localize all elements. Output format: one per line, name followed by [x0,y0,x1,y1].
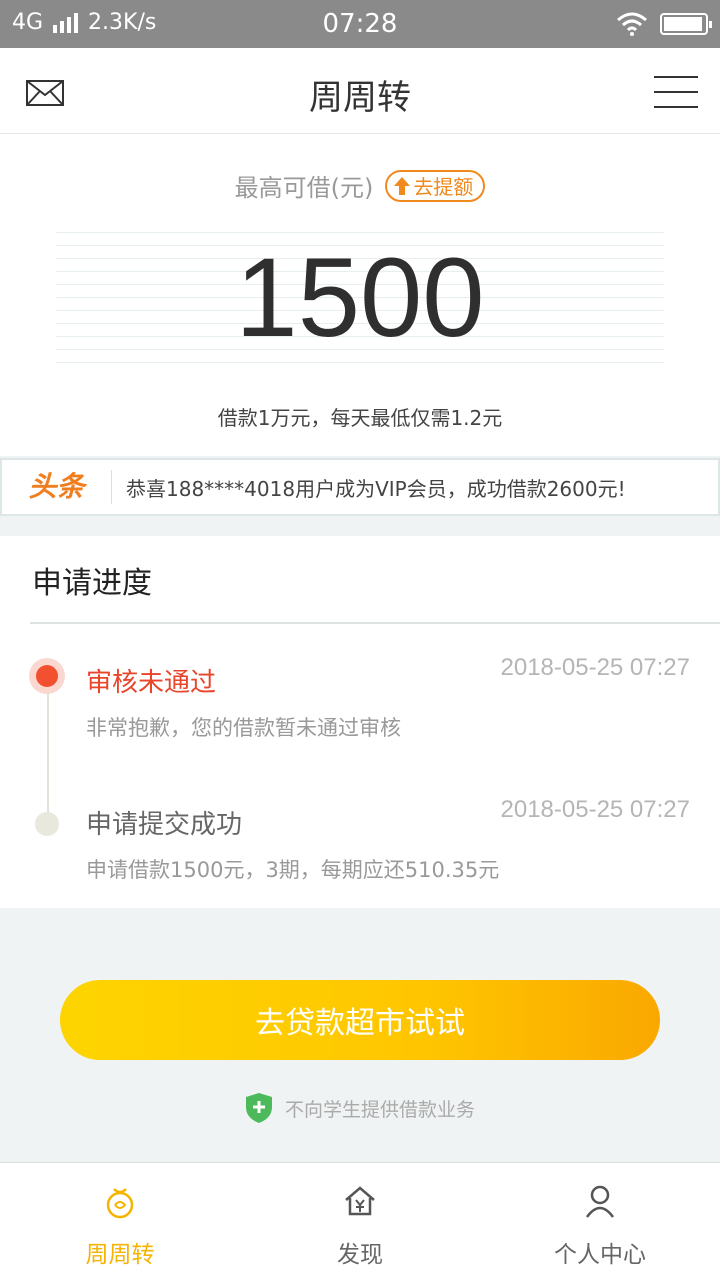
tab-profile[interactable]: 个人中心 [480,1163,720,1280]
step-time-submitted: 2018-05-25 07:27 [500,796,691,823]
ticker-text: 恭喜188****4018用户成为VIP会员，成功借款2600元! [126,476,626,501]
step-title-rejected: 审核未通过 [86,668,217,698]
gift-icon [106,1188,134,1219]
raise-limit-label: 去提额 [413,175,474,199]
step-desc-rejected: 非常抱歉，您的借款暂未通过审核 [86,716,401,740]
application-progress: 申请进度 审核未通过 2018-05-25 07:27 非常抱歉，您的借款暂未通… [0,536,720,908]
timeline-dot-active [29,658,65,694]
arrow-up-icon [394,176,411,195]
tab-label: 个人中心 [554,1242,646,1268]
student-notice: 不向学生提供借款业务 [0,1092,720,1124]
status-time: 07:28 [322,9,398,39]
amount-note: 借款1万元，每天最低仅需1.2元 [217,406,503,430]
timeline-dot-idle [35,812,59,836]
status-right [616,12,712,36]
app-header: 周周转 [0,48,720,134]
wifi-icon [617,12,647,36]
tab-zhouzhouzhuan[interactable]: 周周转 [0,1163,240,1280]
notice-text: 不向学生提供借款业务 [284,1098,475,1121]
battery-icon [660,13,712,35]
limit-label: 最高可借(元) [234,174,374,202]
home-yen-icon [345,1186,375,1216]
amount-card: 最高可借(元) 去提额 1500 借款1万元，每天最低仅需1.2元 [0,134,720,456]
shield-icon [245,1093,272,1123]
menu-icon[interactable] [654,76,698,108]
news-ticker[interactable]: 头条 恭喜188****4018用户成为VIP会员，成功借款2600元! [0,458,720,516]
amount-value: 1500 [235,235,485,360]
tab-bar: 周周转 发现 个人中心 [0,1162,720,1280]
progress-title: 申请进度 [32,566,152,601]
divider [30,622,720,624]
raise-limit-button[interactable]: 去提额 [385,169,486,202]
page-title: 周周转 [309,78,411,118]
step-desc-submitted: 申请借款1500元，3期，每期应还510.35元 [86,858,500,882]
user-icon [585,1185,615,1218]
step-title-submitted: 申请提交成功 [86,810,243,840]
tab-label: 发现 [337,1242,383,1268]
ticker-logo: 头条 [2,470,112,504]
step-time-rejected: 2018-05-25 07:27 [500,654,691,681]
limit-row: 最高可借(元) 去提额 [0,168,720,203]
status-bar: 4G 2.3K/s 07:28 [0,0,720,48]
tab-label: 周周转 [85,1242,155,1268]
timeline-line [47,686,49,820]
tab-discover[interactable]: 发现 [240,1163,480,1280]
loan-market-button[interactable]: 去贷款超市试试 [60,980,660,1060]
